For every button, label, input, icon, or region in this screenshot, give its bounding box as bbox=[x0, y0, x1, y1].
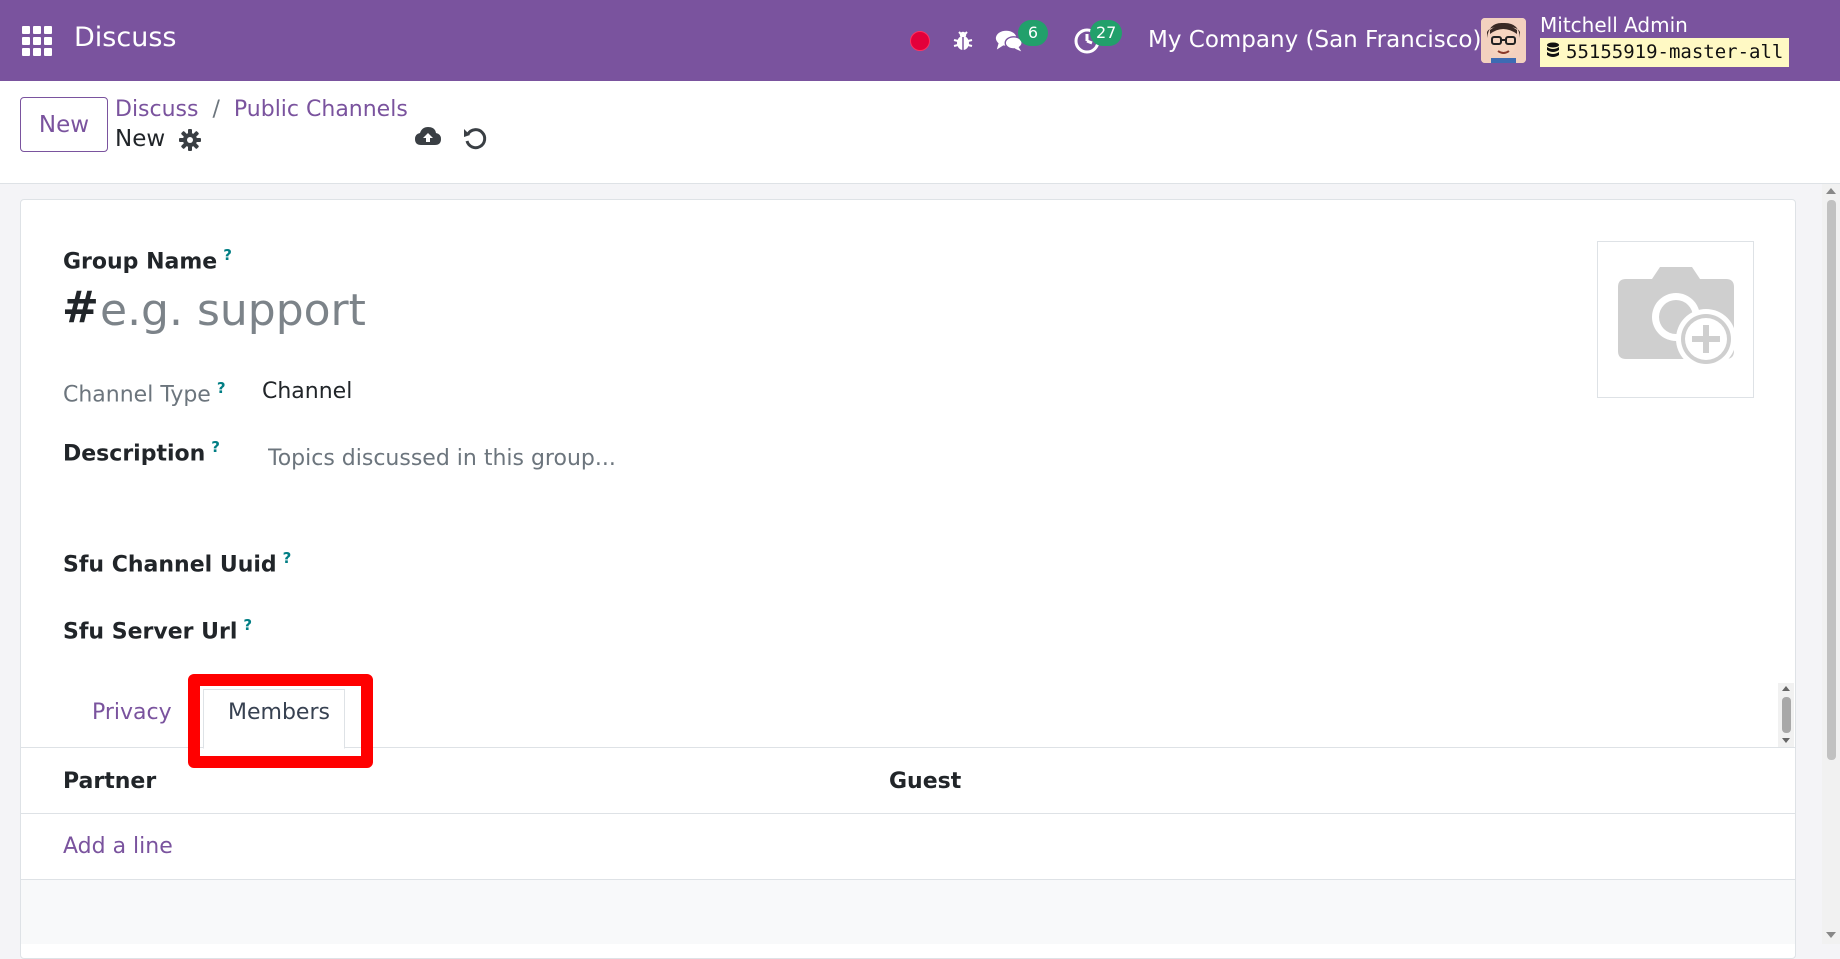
help-tooltip[interactable]: ? bbox=[211, 438, 220, 456]
group-name-input[interactable] bbox=[100, 280, 800, 340]
add-photo-icon bbox=[1617, 266, 1736, 369]
breadcrumb-public-channels[interactable]: Public Channels bbox=[234, 97, 408, 122]
database-tag: 55155919-master-all bbox=[1540, 38, 1790, 67]
table-header-divider bbox=[20, 813, 1796, 814]
sfu-server-url-label: Sfu Server Url? bbox=[63, 616, 253, 645]
company-switcher[interactable]: My Company (San Francisco) bbox=[1148, 27, 1481, 53]
column-header-guest[interactable]: Guest bbox=[889, 769, 961, 794]
user-avatar[interactable] bbox=[1481, 18, 1526, 63]
page-scroll-thumb[interactable] bbox=[1827, 200, 1836, 760]
hash-symbol: # bbox=[62, 282, 99, 333]
annotation-highlight-box bbox=[188, 674, 373, 768]
tab-privacy[interactable]: Privacy bbox=[92, 700, 172, 725]
breadcrumb-separator: / bbox=[212, 97, 220, 122]
sfu-server-url-input[interactable] bbox=[240, 614, 940, 648]
description-input[interactable] bbox=[268, 441, 968, 475]
breadcrumb-discuss[interactable]: Discuss bbox=[115, 97, 198, 122]
discard-undo-icon[interactable] bbox=[462, 125, 488, 151]
chat-count-badge: 6 bbox=[1018, 20, 1048, 46]
database-icon bbox=[1546, 38, 1560, 67]
channel-type-label: Channel Type? bbox=[63, 379, 226, 408]
scroll-down-icon[interactable] bbox=[1826, 932, 1836, 938]
new-button[interactable]: New bbox=[20, 97, 108, 152]
sfu-channel-uuid-input[interactable] bbox=[280, 547, 980, 581]
notebook-scroll-down-icon[interactable] bbox=[1782, 738, 1790, 743]
add-a-line-link[interactable]: Add a line bbox=[63, 834, 173, 859]
description-label: Description? bbox=[63, 438, 220, 467]
column-header-partner[interactable]: Partner bbox=[63, 769, 156, 794]
gear-icon[interactable] bbox=[178, 128, 202, 152]
help-tooltip[interactable]: ? bbox=[217, 379, 226, 397]
table-footer bbox=[21, 880, 1795, 944]
help-tooltip[interactable]: ? bbox=[223, 246, 232, 264]
channel-type-value[interactable]: Channel bbox=[262, 379, 352, 404]
breadcrumb: Discuss / Public Channels bbox=[115, 97, 408, 122]
user-name[interactable]: Mitchell Admin bbox=[1540, 13, 1688, 37]
channel-image-upload[interactable] bbox=[1597, 241, 1754, 398]
group-name-label: Group Name? bbox=[63, 246, 232, 275]
sfu-channel-uuid-label: Sfu Channel Uuid? bbox=[63, 549, 292, 578]
record-name: New bbox=[115, 126, 166, 152]
notebook-scroll-up-icon[interactable] bbox=[1782, 686, 1790, 691]
activity-count-badge: 27 bbox=[1090, 20, 1123, 46]
top-navbar: Discuss 6 27 My Company (San Francisco) … bbox=[0, 0, 1840, 81]
notebook-scroll-thumb[interactable] bbox=[1782, 697, 1791, 733]
database-name: 55155919-master-all bbox=[1566, 41, 1784, 63]
scroll-up-icon[interactable] bbox=[1826, 188, 1836, 194]
record-icon[interactable] bbox=[905, 26, 935, 56]
save-cloud-icon[interactable] bbox=[414, 125, 442, 149]
bug-icon[interactable] bbox=[948, 26, 978, 56]
apps-grid-icon[interactable] bbox=[22, 26, 52, 56]
app-title[interactable]: Discuss bbox=[74, 22, 176, 53]
